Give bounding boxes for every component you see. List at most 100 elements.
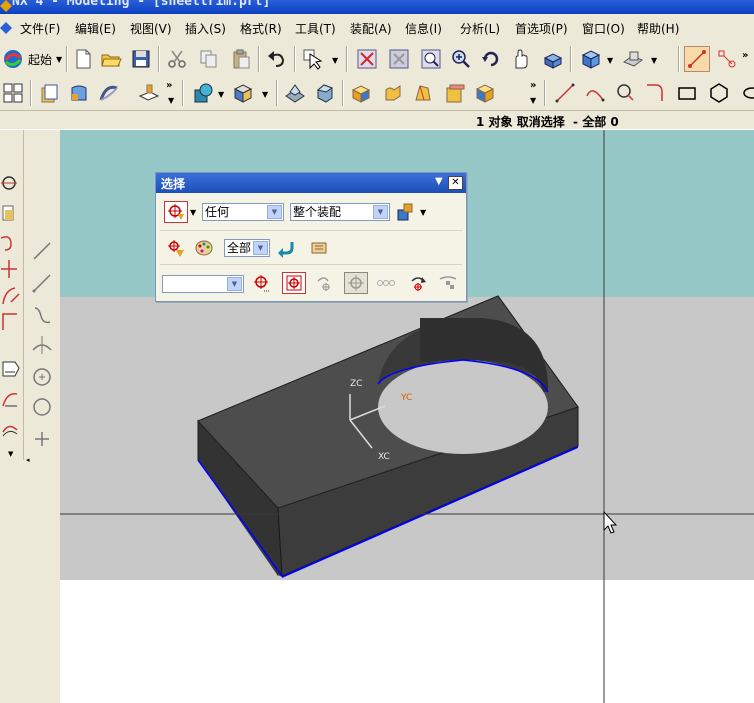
corner-icon[interactable] bbox=[0, 308, 24, 334]
type-filter-dropdown-icon[interactable]: ▼ bbox=[190, 208, 196, 217]
extend-curve-icon[interactable] bbox=[0, 282, 24, 308]
render-style-icon[interactable] bbox=[578, 46, 604, 72]
offset-curve-icon[interactable] bbox=[0, 356, 24, 382]
menu-insert[interactable]: 插入(S) bbox=[185, 20, 226, 37]
start-dropdown-icon[interactable]: ▼ bbox=[56, 55, 62, 64]
dialog-title-bar[interactable]: 选择 ▼ ✕ bbox=[156, 173, 466, 193]
nx-logo-icon[interactable] bbox=[0, 46, 26, 72]
menu-view[interactable]: 视图(V) bbox=[130, 20, 172, 37]
center-point-icon[interactable] bbox=[30, 364, 54, 390]
snap-point-icon[interactable] bbox=[344, 272, 368, 294]
menu-edit[interactable]: 编辑(E) bbox=[75, 20, 116, 37]
trim-curve-icon[interactable] bbox=[0, 256, 24, 282]
title-bar[interactable]: NX 4 - Modeling - [sheettrim.prt] bbox=[0, 0, 754, 14]
constraint-icon[interactable] bbox=[714, 46, 740, 72]
circle-icon[interactable] bbox=[612, 80, 638, 106]
new-file-icon[interactable] bbox=[70, 46, 96, 72]
window-menu-icon[interactable] bbox=[0, 22, 12, 34]
select-tool-dropdown-icon[interactable]: ▼ bbox=[332, 56, 338, 65]
spline-icon[interactable] bbox=[0, 228, 24, 254]
studio-spline-icon[interactable] bbox=[30, 302, 54, 328]
previous-selection-icon[interactable] bbox=[406, 272, 430, 294]
toolbar2b-more-icon[interactable]: » bbox=[530, 80, 536, 91]
pattern-icon[interactable] bbox=[442, 80, 468, 106]
point-set-icon[interactable] bbox=[0, 200, 24, 226]
point-icon[interactable] bbox=[30, 426, 54, 452]
toolbar2b-dropdown-icon[interactable]: ▼ bbox=[530, 96, 536, 105]
assembly-filter-dropdown-icon[interactable]: ▼ bbox=[420, 208, 426, 217]
fit-view-icon[interactable] bbox=[354, 46, 380, 72]
quick-pick-icon[interactable] bbox=[436, 272, 460, 294]
reset-filters-icon[interactable] bbox=[274, 237, 298, 259]
line-segment-icon[interactable] bbox=[30, 270, 54, 296]
menu-tools[interactable]: 工具(T) bbox=[295, 20, 336, 37]
view-orient-dropdown-icon[interactable]: ▼ bbox=[651, 56, 657, 65]
curve-tool-icon[interactable] bbox=[0, 170, 24, 196]
mirror-icon[interactable] bbox=[472, 80, 498, 106]
rotate-icon[interactable] bbox=[478, 46, 504, 72]
toolbar1-more-icon[interactable]: » bbox=[742, 50, 748, 61]
shell-icon[interactable] bbox=[380, 80, 406, 106]
line-icon[interactable] bbox=[552, 80, 578, 106]
intersection-curve-icon[interactable] bbox=[0, 418, 24, 444]
single-select-icon[interactable] bbox=[282, 272, 306, 294]
detailed-filter-icon[interactable] bbox=[164, 237, 188, 259]
toolbar2a-dropdown-icon[interactable]: ▼ bbox=[168, 96, 174, 105]
tangent-icon[interactable] bbox=[30, 332, 54, 358]
render-style-dropdown-icon[interactable]: ▼ bbox=[607, 56, 613, 65]
view-orient-icon[interactable] bbox=[620, 46, 646, 72]
menu-file[interactable]: 文件(F) bbox=[20, 20, 60, 37]
boolean-dropdown-icon[interactable]: ▼ bbox=[218, 90, 224, 99]
selection-scope-arrow-icon[interactable]: ▼ bbox=[373, 205, 388, 219]
revolve-icon[interactable] bbox=[66, 80, 92, 106]
project-curve-icon[interactable] bbox=[0, 386, 24, 412]
undo-icon[interactable] bbox=[264, 46, 290, 72]
copy-icon[interactable] bbox=[196, 46, 222, 72]
selection-intent-select[interactable]: ▼ bbox=[162, 275, 244, 293]
paste-icon[interactable] bbox=[228, 46, 254, 72]
offset-face-icon[interactable] bbox=[348, 80, 374, 106]
menu-format[interactable]: 格式(R) bbox=[240, 20, 282, 37]
datum-plane-icon[interactable] bbox=[136, 80, 162, 106]
selection-intent-arrow-icon[interactable]: ▼ bbox=[227, 277, 242, 291]
save-icon[interactable] bbox=[128, 46, 154, 72]
menu-preferences[interactable]: 首选项(P) bbox=[515, 20, 568, 37]
circle-sketch-icon[interactable] bbox=[30, 394, 54, 420]
menu-assemblies[interactable]: 装配(A) bbox=[350, 20, 392, 37]
start-button[interactable]: 起始 bbox=[28, 51, 52, 68]
draft-icon[interactable] bbox=[410, 80, 436, 106]
selection-scope-select[interactable]: 整个装配 ▼ bbox=[290, 203, 390, 221]
extrude-icon[interactable] bbox=[36, 80, 62, 106]
rectangle-icon[interactable] bbox=[674, 80, 700, 106]
left-inner-scroll-icon[interactable]: ◂ bbox=[26, 456, 30, 464]
assembly-filter-icon[interactable] bbox=[394, 201, 418, 223]
menu-analysis[interactable]: 分析(L) bbox=[460, 20, 500, 37]
boolean-icon[interactable] bbox=[190, 80, 216, 106]
menu-window[interactable]: 窗口(O) bbox=[582, 20, 625, 37]
dialog-menu-icon[interactable]: ▼ bbox=[435, 176, 443, 187]
arc-icon[interactable] bbox=[582, 80, 608, 106]
menu-help[interactable]: 帮助(H) bbox=[637, 20, 679, 37]
type-filter-arrow-icon[interactable]: ▼ bbox=[267, 205, 282, 219]
shaded-view-icon[interactable] bbox=[540, 46, 566, 72]
layer-filter-arrow-icon[interactable]: ▼ bbox=[253, 241, 268, 255]
select-tool-icon[interactable] bbox=[300, 46, 326, 72]
layer-filter-select[interactable]: 全部 ▼ bbox=[224, 239, 270, 257]
toolbar2a-more-icon[interactable]: » bbox=[166, 80, 172, 91]
chain-select-icon[interactable] bbox=[374, 272, 398, 294]
trim-body-dropdown-icon[interactable]: ▼ bbox=[262, 90, 268, 99]
menu-information[interactable]: 信息(I) bbox=[405, 20, 442, 37]
open-file-icon[interactable] bbox=[98, 46, 124, 72]
type-filter-icon[interactable] bbox=[164, 201, 188, 223]
redo-selection-icon[interactable] bbox=[312, 272, 336, 294]
dialog-close-button[interactable]: ✕ bbox=[448, 176, 463, 190]
sketch-select-icon[interactable] bbox=[684, 46, 710, 72]
trim-body-icon[interactable] bbox=[230, 80, 256, 106]
profile-line-icon[interactable] bbox=[30, 238, 54, 264]
type-filter-select[interactable]: 任何 ▼ bbox=[202, 203, 284, 221]
color-filter-icon[interactable] bbox=[192, 237, 216, 259]
zoom-icon[interactable] bbox=[418, 46, 444, 72]
edge-blend-icon[interactable] bbox=[282, 80, 308, 106]
layout-icon[interactable] bbox=[0, 80, 26, 106]
sweep-icon[interactable] bbox=[96, 80, 122, 106]
